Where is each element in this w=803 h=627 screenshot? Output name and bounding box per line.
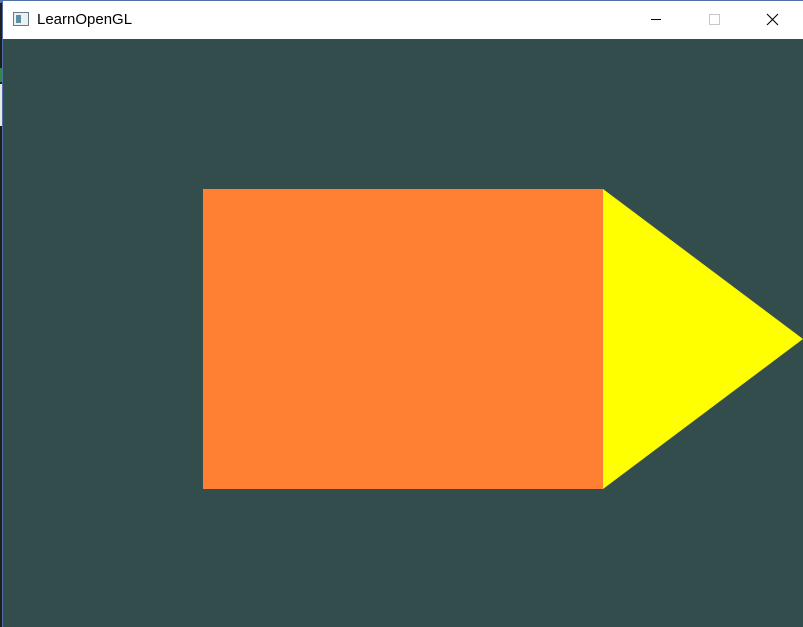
maximize-button[interactable] [685, 1, 743, 39]
orange-rectangle [203, 189, 603, 489]
minimize-icon [651, 19, 661, 20]
title-bar[interactable]: LearnOpenGL [3, 1, 803, 39]
maximize-icon [709, 14, 720, 25]
close-button[interactable] [743, 1, 801, 39]
app-icon[interactable] [13, 12, 29, 26]
minimize-button[interactable] [627, 1, 685, 39]
opengl-viewport[interactable] [3, 39, 803, 627]
close-icon [766, 13, 779, 26]
app-window: LearnOpenGL [3, 1, 803, 627]
render-canvas [3, 39, 803, 627]
window-title: LearnOpenGL [37, 11, 133, 28]
